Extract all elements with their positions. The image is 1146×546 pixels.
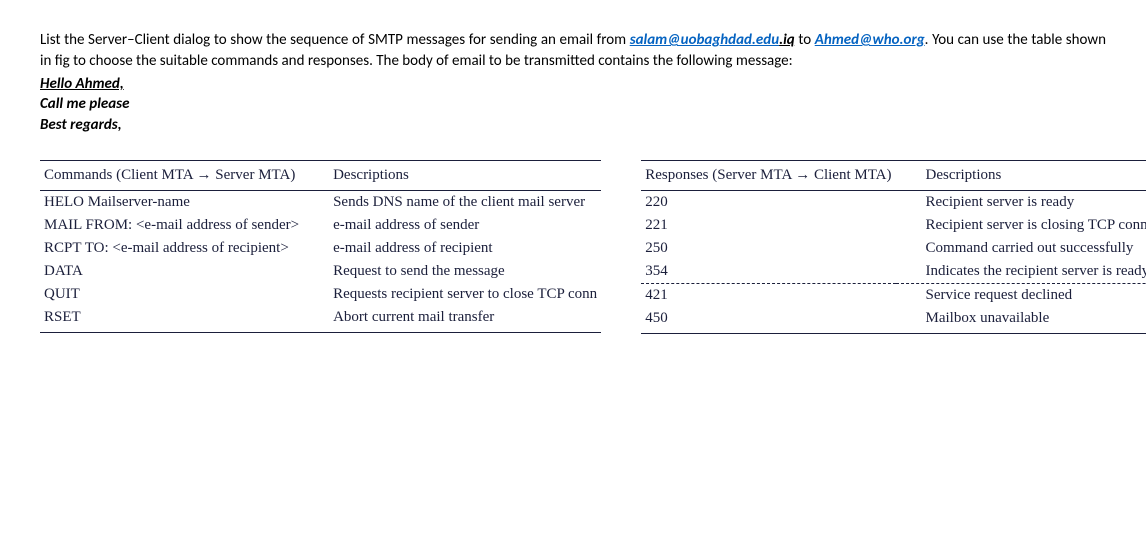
table-row: 250Command carried out successfully — [641, 237, 1146, 260]
table-row: 421Service request declined — [641, 283, 1146, 307]
table-row: DATARequest to send the message — [40, 260, 601, 283]
desc-cell: e-mail address of sender — [303, 214, 601, 237]
table-row: 221Recipient server is closing TCP conne… — [641, 214, 1146, 237]
code-cell: 221 — [641, 214, 895, 237]
table-row: 450Mailbox unavailable — [641, 307, 1146, 334]
table-row: MAIL FROM: <e-mail address of sender>e-m… — [40, 214, 601, 237]
code-cell: 250 — [641, 237, 895, 260]
intro-part-a: List the Server–Client dialog to show th… — [40, 31, 630, 49]
question-text: List the Server–Client dialog to show th… — [40, 30, 1106, 72]
code-cell: 220 — [641, 190, 895, 214]
desc-cell: Command carried out successfully — [896, 237, 1146, 260]
commands-header-desc: Descriptions — [303, 160, 601, 190]
email-body: Hello Ahmed, Call me please Best regards… — [40, 74, 1106, 135]
email-body-line3: Best regards, — [40, 115, 1106, 135]
desc-cell: Mailbox unavailable — [896, 307, 1146, 334]
cmd-cell: QUIT — [40, 283, 303, 306]
email-body-line2: Call me please — [40, 94, 1106, 114]
cmd-cell: HELO Mailserver-name — [40, 190, 303, 214]
responses-header-desc: Descriptions — [896, 160, 1146, 190]
desc-cell: Indicates the recipient server is ready … — [896, 260, 1146, 284]
reference-tables: Commands (Client MTA → Server MTA) Descr… — [40, 160, 1106, 334]
commands-header-cmd: Commands (Client MTA → Server MTA) — [40, 160, 303, 190]
table-row: RCPT TO: <e-mail address of recipient>e-… — [40, 237, 601, 260]
commands-table: Commands (Client MTA → Server MTA) Descr… — [40, 160, 601, 334]
table-row: HELO Mailserver-nameSends DNS name of th… — [40, 190, 601, 214]
desc-cell: Requests recipient server to close TCP c… — [303, 283, 601, 306]
sender-email-suffix: .iq — [779, 31, 795, 49]
responses-header-code: Responses (Server MTA → Client MTA) — [641, 160, 895, 190]
table-row: RSETAbort current mail transfer — [40, 306, 601, 333]
desc-cell: Abort current mail transfer — [303, 306, 601, 333]
responses-table: Responses (Server MTA → Client MTA) Desc… — [641, 160, 1146, 334]
desc-cell: Recipient server is closing TCP connecti… — [896, 214, 1146, 237]
cmd-cell: DATA — [40, 260, 303, 283]
desc-cell: e-mail address of recipient — [303, 237, 601, 260]
desc-cell: Sends DNS name of the client mail server — [303, 190, 601, 214]
sender-email: salam@uobaghdad.edu — [630, 31, 779, 49]
table-row: 220Recipient server is ready — [641, 190, 1146, 214]
email-body-line1: Hello Ahmed, — [40, 74, 1106, 94]
code-cell: 354 — [641, 260, 895, 284]
intro-part-b: to — [795, 31, 815, 49]
desc-cell: Request to send the message — [303, 260, 601, 283]
code-cell: 450 — [641, 307, 895, 334]
table-row: QUITRequests recipient server to close T… — [40, 283, 601, 306]
desc-cell: Recipient server is ready — [896, 190, 1146, 214]
code-cell: 421 — [641, 283, 895, 307]
table-row: 354Indicates the recipient server is rea… — [641, 260, 1146, 284]
recipient-email: Ahmed@who.org — [815, 31, 925, 49]
desc-cell: Service request declined — [896, 283, 1146, 307]
cmd-cell: RSET — [40, 306, 303, 333]
cmd-cell: MAIL FROM: <e-mail address of sender> — [40, 214, 303, 237]
cmd-cell: RCPT TO: <e-mail address of recipient> — [40, 237, 303, 260]
